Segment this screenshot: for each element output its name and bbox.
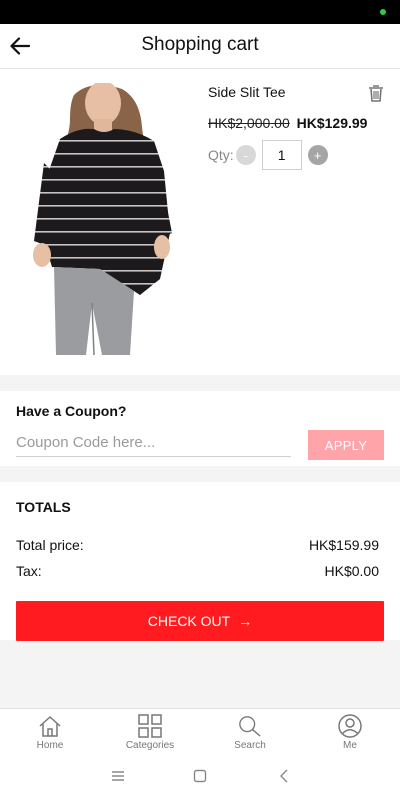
tax-row: Tax: HK$0.00 <box>16 563 379 579</box>
nav-item-me[interactable]: Me <box>300 709 400 752</box>
total-price-value: HK$159.99 <box>308 537 379 553</box>
nav-item-home[interactable]: Home <box>0 709 100 752</box>
sale-price: HK$129.99 <box>296 115 368 131</box>
trash-icon <box>369 85 383 102</box>
home-icon <box>38 714 62 738</box>
checkout-button[interactable]: CHECK OUT → <box>16 601 384 641</box>
totals-section: TOTALS Total price: HK$159.99 Tax: HK$0.… <box>0 482 400 641</box>
original-price: HK$2,000.00 <box>208 115 290 131</box>
nav-item-categories[interactable]: Categories <box>100 709 200 752</box>
quantity-stepper: Qty: - 1 + <box>208 140 328 170</box>
app-header: Shopping cart <box>0 24 400 69</box>
product-image[interactable] <box>30 83 175 355</box>
total-price-row: Total price: HK$159.99 <box>16 537 379 553</box>
system-navigation-bar <box>0 752 400 800</box>
back-triangle-icon[interactable] <box>274 766 294 786</box>
search-icon <box>238 714 262 738</box>
coupon-section: Have a Coupon? APPLY <box>0 391 400 466</box>
page-title: Shopping cart <box>141 34 259 55</box>
cart-item: Side Slit Tee HK$2,000.00 HK$129.99 Qty:… <box>0 69 400 375</box>
arrow-right-icon: → <box>238 613 253 629</box>
nav-label-categories: Categories <box>125 740 175 751</box>
apply-coupon-button[interactable]: APPLY <box>308 430 384 460</box>
bottom-navigation: Home Categories Search Me <box>0 708 400 752</box>
notification-dot <box>380 9 386 15</box>
price-row: HK$2,000.00 HK$129.99 <box>208 115 367 131</box>
user-icon <box>338 714 362 738</box>
nav-label-me: Me <box>343 740 357 751</box>
qty-decrease-button[interactable]: - <box>235 145 256 165</box>
nav-label-home: Home <box>36 740 64 751</box>
nav-label-search: Search <box>234 740 266 751</box>
delete-item-button[interactable] <box>368 84 384 102</box>
tax-value: HK$0.00 <box>324 563 379 579</box>
menu-icon[interactable] <box>108 766 128 786</box>
coupon-code-input[interactable] <box>16 429 291 457</box>
checkout-label: CHECK OUT <box>147 613 231 629</box>
coupon-title: Have a Coupon? <box>16 403 127 419</box>
nav-item-search[interactable]: Search <box>200 709 300 752</box>
product-name[interactable]: Side Slit Tee <box>208 84 286 100</box>
tax-label: Tax: <box>16 563 42 579</box>
status-bar <box>0 0 400 24</box>
totals-title: TOTALS <box>16 499 71 515</box>
grid-icon <box>138 714 162 738</box>
qty-label: Qty: <box>208 147 234 163</box>
home-square-icon[interactable] <box>190 766 210 786</box>
qty-input[interactable]: 1 <box>261 140 302 170</box>
total-price-label: Total price: <box>16 537 84 553</box>
qty-increase-button[interactable]: + <box>307 145 328 165</box>
